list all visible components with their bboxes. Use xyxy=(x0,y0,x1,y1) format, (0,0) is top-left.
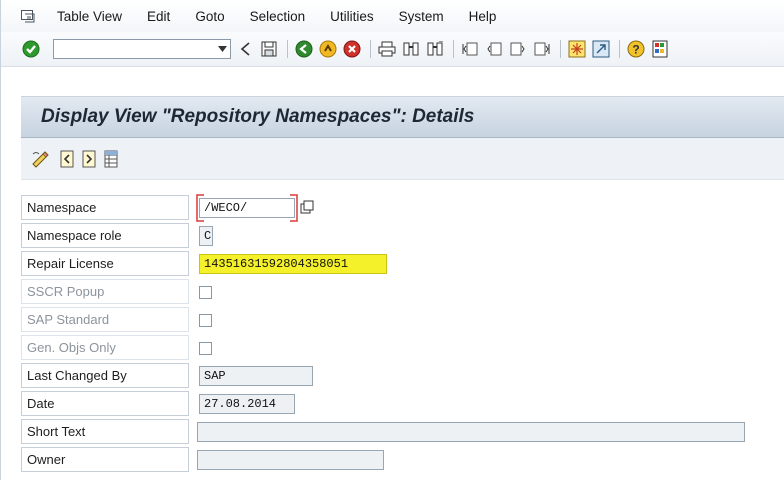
toolbar-separator xyxy=(560,40,561,58)
page-title: Display View "Repository Namespaces": De… xyxy=(41,106,475,127)
namespace-row: Namespace /WECO/ xyxy=(21,194,784,222)
menu-utilities[interactable]: Utilities xyxy=(330,9,374,24)
copy-icon[interactable] xyxy=(299,198,315,216)
sap-window: Table View Edit Goto Selection Utilities… xyxy=(0,0,784,480)
menu-system[interactable]: System xyxy=(399,9,444,24)
last-page-icon[interactable] xyxy=(532,39,552,59)
svg-text:?: ? xyxy=(632,43,639,57)
last-changed-by-label: Last Changed By xyxy=(21,363,189,388)
owner-field[interactable] xyxy=(197,450,384,470)
toolbar-separator xyxy=(619,40,620,58)
sap-standard-checkbox[interactable] xyxy=(199,314,212,327)
sscr-popup-checkbox[interactable] xyxy=(199,286,212,299)
gen-objs-only-label: Gen. Objs Only xyxy=(21,335,189,360)
short-text-label: Short Text xyxy=(21,419,189,444)
generate-shortcut-icon[interactable] xyxy=(591,39,611,59)
namespace-role-field[interactable]: C xyxy=(199,226,213,246)
owner-row: Owner xyxy=(21,446,784,474)
standard-toolbar: ? xyxy=(1,32,784,67)
short-text-row: Short Text xyxy=(21,418,784,446)
enter-checkmark-icon[interactable] xyxy=(21,39,41,59)
previous-entry-icon[interactable] xyxy=(57,149,77,169)
system-menu-icon[interactable] xyxy=(21,10,35,23)
back-green-icon[interactable] xyxy=(294,39,314,59)
sap-standard-row: SAP Standard xyxy=(21,306,784,334)
gen-objs-only-row: Gen. Objs Only xyxy=(21,334,784,362)
next-page-icon[interactable] xyxy=(508,39,528,59)
help-icon[interactable]: ? xyxy=(626,39,646,59)
cancel-red-icon[interactable] xyxy=(342,39,362,59)
find-next-icon[interactable] xyxy=(425,39,445,59)
table-view-icon[interactable] xyxy=(101,149,121,169)
previous-page-icon[interactable] xyxy=(484,39,504,59)
date-label: Date xyxy=(21,391,189,416)
namespace-field[interactable]: /WECO/ xyxy=(199,198,295,218)
namespace-role-label: Namespace role xyxy=(21,223,189,248)
namespace-role-row: Namespace role C xyxy=(21,222,784,250)
create-session-icon[interactable] xyxy=(567,39,587,59)
title-bar: Display View "Repository Namespaces": De… xyxy=(21,96,784,138)
print-icon[interactable] xyxy=(377,39,397,59)
toolbar-separator xyxy=(287,40,288,58)
repair-license-label: Repair License xyxy=(21,251,189,276)
toolbar-separator xyxy=(370,40,371,58)
customize-layout-icon[interactable] xyxy=(650,39,670,59)
details-form: Namespace /WECO/ Namespace role C Repair… xyxy=(21,194,784,474)
owner-label: Owner xyxy=(21,447,189,472)
command-field[interactable] xyxy=(53,39,231,59)
menu-selection[interactable]: Selection xyxy=(250,9,306,24)
date-field[interactable]: 27.08.2014 xyxy=(199,394,295,414)
command-dropdown-icon[interactable] xyxy=(214,40,230,58)
repair-license-row: Repair License 14351631592804358051 xyxy=(21,250,784,278)
namespace-label: Namespace xyxy=(21,195,189,220)
menu-bar: Table View Edit Goto Selection Utilities… xyxy=(1,0,784,32)
repair-license-field[interactable]: 14351631592804358051 xyxy=(199,254,387,274)
last-changed-by-row: Last Changed By SAP xyxy=(21,362,784,390)
application-toolbar xyxy=(21,138,784,180)
exit-yellow-icon[interactable] xyxy=(318,39,338,59)
sscr-popup-row: SSCR Popup xyxy=(21,278,784,306)
menu-help[interactable]: Help xyxy=(469,9,497,24)
find-icon[interactable] xyxy=(401,39,421,59)
display-change-pencil-icon[interactable] xyxy=(31,149,51,169)
toolbar-separator xyxy=(453,40,454,58)
back-arrow-icon[interactable] xyxy=(235,39,255,59)
next-entry-icon[interactable] xyxy=(79,149,99,169)
first-page-icon[interactable] xyxy=(460,39,480,59)
last-changed-by-field[interactable]: SAP xyxy=(199,366,313,386)
menu-goto[interactable]: Goto xyxy=(195,9,224,24)
menu-edit[interactable]: Edit xyxy=(147,9,170,24)
sscr-popup-label: SSCR Popup xyxy=(21,279,189,304)
save-icon[interactable] xyxy=(259,39,279,59)
menu-table-view[interactable]: Table View xyxy=(57,9,122,24)
short-text-field[interactable] xyxy=(197,422,745,442)
sap-standard-label: SAP Standard xyxy=(21,307,189,332)
gen-objs-only-checkbox[interactable] xyxy=(199,342,212,355)
date-row: Date 27.08.2014 xyxy=(21,390,784,418)
